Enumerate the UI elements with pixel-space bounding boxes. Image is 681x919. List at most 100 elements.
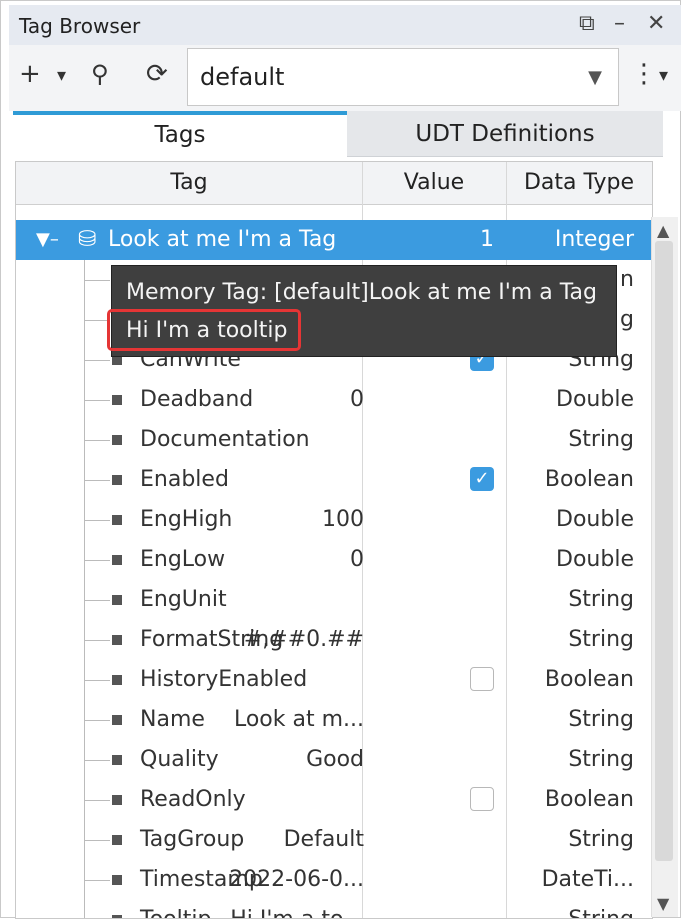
- table-row[interactable]: Name Look at m... String: [16, 700, 652, 740]
- scroll-down-icon[interactable]: ▼: [657, 894, 669, 913]
- property-name: EngLow: [140, 547, 226, 572]
- table-row[interactable]: Documentation String: [16, 420, 652, 460]
- property-data-type: String: [568, 587, 634, 612]
- property-data-type: DateTi...: [541, 867, 634, 892]
- memory-tag-icon: ⛁: [78, 227, 97, 252]
- table-row[interactable]: HistoryEnabled Boolean: [16, 660, 652, 700]
- tree-connector: [84, 520, 110, 521]
- property-data-type: g: [620, 307, 634, 332]
- tree-connector: [84, 560, 110, 561]
- title-bar: Tag Browser ⧉ – ✕: [9, 5, 681, 46]
- property-name: Quality: [140, 747, 219, 772]
- checkbox-checked[interactable]: ✓: [470, 467, 494, 491]
- property-name: Tooltip: [140, 900, 211, 918]
- table-row[interactable]: Enabled ✓ Boolean: [16, 460, 652, 500]
- property-name: ReadOnly: [140, 787, 246, 812]
- col-data-type[interactable]: Data Type: [506, 162, 652, 204]
- col-tag[interactable]: Tag: [16, 162, 362, 204]
- tree-connector: [84, 680, 110, 681]
- table-row[interactable]: Quality Good String: [16, 740, 652, 780]
- table-row[interactable]: EngLow 0 Double: [16, 540, 652, 580]
- property-icon: [112, 795, 122, 805]
- property-icon: [112, 595, 122, 605]
- property-data-type: Boolean: [544, 787, 634, 812]
- tab-bar: Tags UDT Definitions: [13, 111, 663, 157]
- tooltip-path: Memory Tag: [default]Look at me I'm a Ta…: [126, 280, 597, 305]
- property-data-type: String: [568, 427, 634, 452]
- collapse-icon[interactable]: ▼–: [36, 220, 59, 260]
- table-row[interactable]: Deadband 0 Double: [16, 380, 652, 420]
- minimize-icon[interactable]: –: [614, 11, 625, 37]
- checkbox-unchecked[interactable]: [470, 787, 494, 811]
- tab-udt-definitions[interactable]: UDT Definitions: [347, 111, 663, 157]
- property-icon: [112, 875, 122, 885]
- tree-connector: [84, 760, 110, 761]
- property-icon: [112, 675, 122, 685]
- property-data-type: Double: [556, 387, 634, 412]
- property-data-type: Double: [556, 547, 634, 572]
- add-icon[interactable]: +: [19, 59, 41, 89]
- property-icon: [112, 635, 122, 645]
- tag-browser-window: Tag Browser ⧉ – ✕ + ▾ ⚲ ⟳ ⋮ ▾ default ▼ …: [0, 0, 681, 919]
- property-name: Name: [140, 707, 205, 732]
- refresh-icon[interactable]: ⟳: [146, 59, 168, 89]
- col-value[interactable]: Value: [362, 162, 506, 204]
- property-value: 100: [322, 507, 364, 532]
- property-icon: [112, 755, 122, 765]
- tree-connector: [84, 600, 110, 601]
- tag-value: 1: [480, 227, 494, 252]
- scroll-up-icon[interactable]: ▲: [657, 221, 669, 240]
- checkbox-unchecked[interactable]: [470, 667, 494, 691]
- tooltip-highlight: [107, 309, 301, 351]
- table-row[interactable]: Timestamp 2022-06-0... DateTi...: [16, 860, 652, 900]
- window-title: Tag Browser: [19, 14, 141, 38]
- add-menu-icon[interactable]: ▾: [57, 61, 66, 91]
- property-icon: [112, 475, 122, 485]
- provider-dropdown-icon[interactable]: ▼: [588, 67, 602, 88]
- property-value: 0: [350, 547, 364, 572]
- close-icon[interactable]: ✕: [647, 11, 665, 37]
- property-data-type: String: [568, 747, 634, 772]
- table-row[interactable]: TagGroup Default String: [16, 820, 652, 860]
- property-value: Look at m...: [233, 707, 364, 732]
- tree-connector: [84, 880, 110, 881]
- more-menu-icon[interactable]: ▾: [659, 61, 668, 91]
- property-data-type: n: [620, 267, 634, 292]
- table-header: Tag Value Data Type: [16, 162, 652, 205]
- property-icon: [112, 555, 122, 565]
- vertical-scrollbar[interactable]: ▲ ▼: [651, 217, 678, 917]
- property-data-type: Double: [556, 507, 634, 532]
- table-row[interactable]: EngUnit String: [16, 580, 652, 620]
- property-data-type: String: [568, 627, 634, 652]
- property-icon: [112, 515, 122, 525]
- search-icon[interactable]: ⚲: [91, 59, 109, 89]
- property-name: TagGroup: [140, 827, 245, 852]
- tag-data-type: Integer: [554, 227, 634, 252]
- table-row-selected[interactable]: ▼– ⛁ Look at me I'm a Tag 1 Integer: [16, 220, 652, 260]
- table-row[interactable]: Tooltip Hi I'm a to... String: [16, 900, 652, 918]
- property-name: Deadband: [140, 387, 254, 412]
- tree-connector: [84, 440, 110, 441]
- tree-connector: [84, 480, 110, 481]
- property-value: Hi I'm a to...: [230, 900, 364, 918]
- property-icon: [112, 395, 122, 405]
- tab-tags[interactable]: Tags: [13, 111, 347, 157]
- tag-name: Look at me I'm a Tag: [108, 227, 337, 252]
- table-row[interactable]: FormatString #,##0.## String: [16, 620, 652, 660]
- tree-connector: [84, 800, 110, 801]
- provider-select[interactable]: default ▼: [187, 48, 619, 106]
- property-name: Documentation: [140, 427, 310, 452]
- property-name: EngHigh: [140, 507, 233, 532]
- scroll-thumb[interactable]: [655, 241, 673, 861]
- property-value: 0: [350, 387, 364, 412]
- more-icon[interactable]: ⋮: [631, 59, 657, 89]
- property-icon: [112, 835, 122, 845]
- tree-connector: [84, 360, 110, 361]
- property-value: #,##0.##: [243, 627, 364, 652]
- table-row[interactable]: EngHigh 100 Double: [16, 500, 652, 540]
- restore-icon[interactable]: ⧉: [579, 11, 595, 37]
- property-data-type: String: [568, 707, 634, 732]
- tree-connector: [84, 720, 110, 721]
- tree-connector: [84, 640, 110, 641]
- table-row[interactable]: ReadOnly Boolean: [16, 780, 652, 820]
